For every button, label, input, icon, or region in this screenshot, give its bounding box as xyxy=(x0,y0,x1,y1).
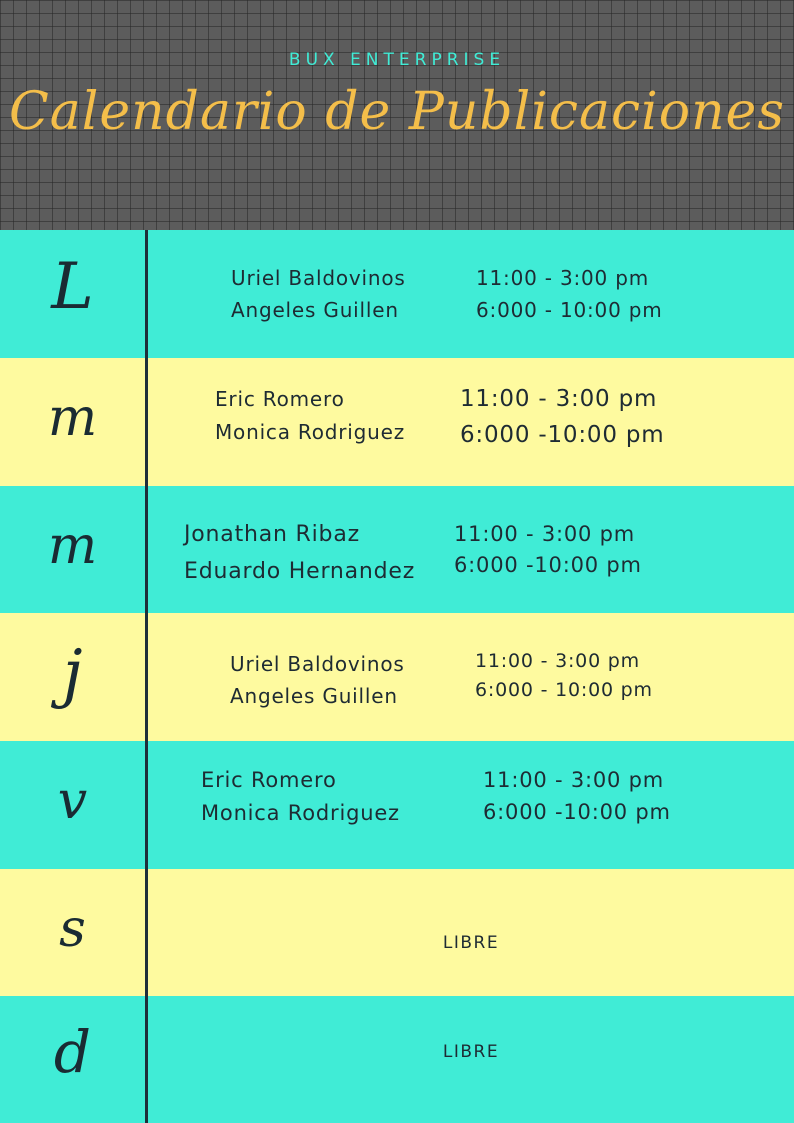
day-letter: m xyxy=(47,516,98,576)
day-letter: L xyxy=(51,250,94,324)
name-2: Monica Rodriguez xyxy=(215,420,406,444)
time-1: 11:00 - 3:00 pm xyxy=(476,266,650,290)
day-letter: j xyxy=(62,637,83,711)
schedule-row-martes: m Eric Romero Monica Rodriguez 11:00 - 3… xyxy=(0,358,794,486)
vertical-divider xyxy=(145,230,148,1123)
name-1: Uriel Baldovinos xyxy=(230,652,405,676)
name-2: Monica Rodriguez xyxy=(201,801,400,825)
time-1: 11:00 - 3:00 pm xyxy=(475,650,640,672)
schedule-row-viernes: v Eric Romero Monica Rodriguez 11:00 - 3… xyxy=(0,741,794,869)
day-letter: v xyxy=(57,771,88,831)
time-2: 6:000 -10:00 pm xyxy=(483,800,671,824)
schedule-row-domingo: d LIBRE xyxy=(0,996,794,1123)
name-2: Eduardo Hernandez xyxy=(184,559,416,584)
time-2: 6:000 -10:00 pm xyxy=(454,553,642,577)
time-1: 11:00 - 3:00 pm xyxy=(454,522,636,546)
schedule-row-miercoles: m Jonathan Ribaz Eduardo Hernandez 11:00… xyxy=(0,486,794,613)
name-1: Jonathan Ribaz xyxy=(184,522,360,547)
brand-name: BUX ENTERPRISE xyxy=(288,50,506,70)
time-1: 11:00 - 3:00 pm xyxy=(460,386,658,412)
schedule-row-sabado: s LIBRE xyxy=(0,869,794,996)
name-2: Angeles Guillen xyxy=(231,298,399,322)
time-2: 6:000 -10:00 pm xyxy=(460,422,665,448)
day-letter: d xyxy=(53,1018,92,1086)
name-2: Angeles Guillen xyxy=(230,684,398,708)
name-1: Eric Romero xyxy=(215,387,345,411)
libre-label: LIBRE xyxy=(442,1042,500,1062)
time-1: 11:00 - 3:00 pm xyxy=(483,768,665,792)
time-2: 6:000 - 10:00 pm xyxy=(475,679,653,701)
day-letter: m xyxy=(47,388,98,448)
page-title: Calendario de Publicaciones xyxy=(8,82,786,142)
time-2: 6:000 - 10:00 pm xyxy=(476,298,663,322)
schedule-row-lunes: L Uriel Baldovinos Angeles Guillen 11:00… xyxy=(0,230,794,358)
libre-label: LIBRE xyxy=(442,933,500,953)
name-1: Eric Romero xyxy=(201,768,337,792)
header-banner: BUX ENTERPRISE Calendario de Publicacion… xyxy=(0,0,794,230)
day-letter: s xyxy=(59,899,86,959)
schedule-row-jueves: j Uriel Baldovinos Angeles Guillen 11:00… xyxy=(0,613,794,741)
name-1: Uriel Baldovinos xyxy=(231,266,406,290)
